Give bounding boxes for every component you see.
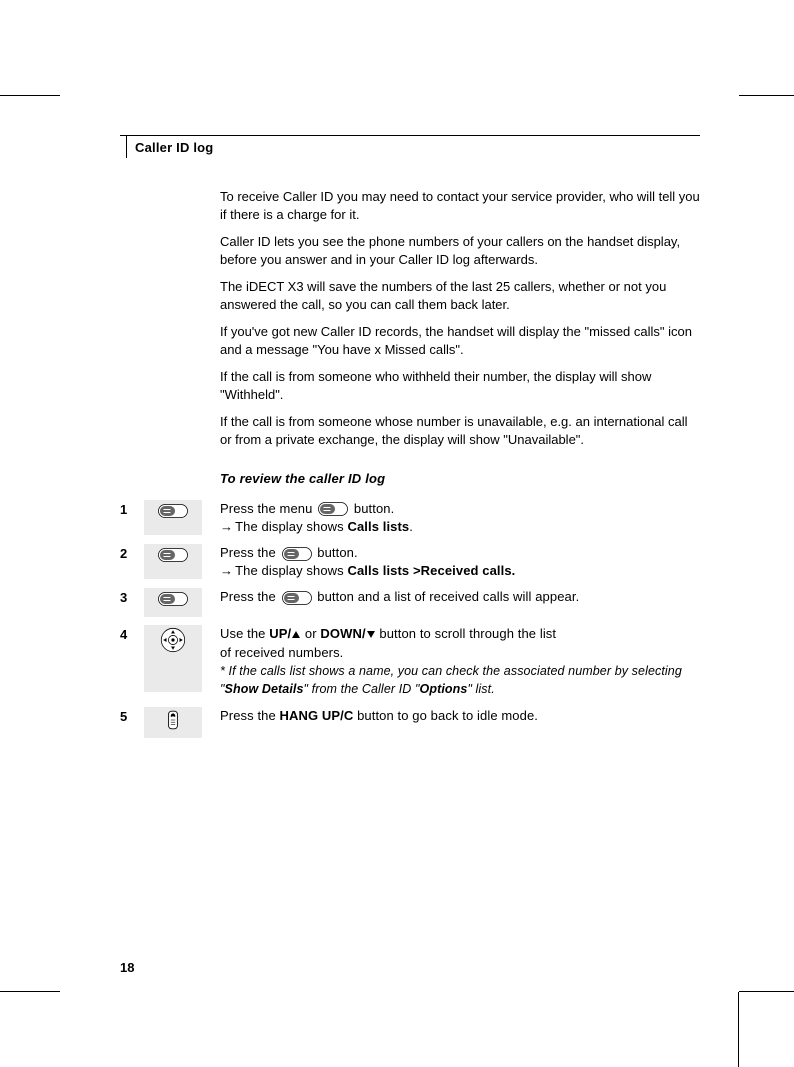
step-row: 1 Press the menu button. →The display sh… <box>120 500 700 536</box>
header-divider <box>120 136 127 158</box>
text-fragment: Press the menu <box>220 501 316 516</box>
subheading: To review the caller ID log <box>220 471 700 486</box>
step-text: Press the menu button. →The display show… <box>202 500 700 536</box>
crop-mark <box>0 95 60 96</box>
navigation-pad-icon <box>160 627 186 653</box>
step-row: 5 Press the HANG UP/C button to go back … <box>120 707 700 738</box>
steps-list: 1 Press the menu button. →The display sh… <box>120 500 700 746</box>
step-row: 3 Press the button and a list of receive… <box>120 588 700 617</box>
text-fragment: The display shows <box>235 563 347 578</box>
step-icon-cell <box>144 544 202 579</box>
menu-button-icon <box>282 547 312 561</box>
step-number: 2 <box>120 544 144 561</box>
step-text: Press the button and a list of received … <box>202 588 700 606</box>
crop-mark <box>739 991 794 992</box>
step-text: Use the UP/ or DOWN/ button to scroll th… <box>202 625 700 698</box>
arrow-icon: → <box>220 519 233 534</box>
text-fragment: Press the <box>220 708 280 723</box>
arrow-icon: → <box>220 563 233 578</box>
down-triangle-icon <box>367 631 375 638</box>
crop-mark <box>738 992 739 1067</box>
step-icon-cell <box>144 588 202 617</box>
text-bold: Calls lists >Received calls. <box>347 563 515 578</box>
hangup-button-icon <box>164 709 182 731</box>
page-number: 18 <box>120 960 134 975</box>
text-bold: Calls lists <box>347 519 409 534</box>
text-fragment: . <box>409 519 413 534</box>
text-fragment: button. <box>314 545 358 560</box>
crop-mark <box>0 991 60 992</box>
text-bold: Show Details <box>225 682 304 696</box>
text-fragment: " list. <box>467 682 494 696</box>
text-fragment: The display shows <box>235 519 347 534</box>
step-icon-cell <box>144 707 202 738</box>
crop-mark <box>739 95 794 96</box>
step-number: 1 <box>120 500 144 517</box>
text-fragment: " from the Caller ID " <box>304 682 420 696</box>
step-note: * If the calls list shows a name, you ca… <box>220 664 682 697</box>
step-number: 5 <box>120 707 144 724</box>
menu-button-icon <box>318 502 348 516</box>
text-fragment: button. <box>350 501 394 516</box>
text-fragment: or <box>301 626 320 641</box>
text-fragment: button and a list of received calls will… <box>314 589 580 604</box>
text-bold: DOWN/ <box>320 626 365 641</box>
text-fragment: Press the <box>220 589 280 604</box>
step-text: Press the button. →The display shows Cal… <box>202 544 700 580</box>
text-fragment: Press the <box>220 545 280 560</box>
text-bold: HANG UP/C <box>280 708 354 723</box>
intro-paragraph: To receive Caller ID you may need to con… <box>220 188 700 223</box>
intro-paragraph: Caller ID lets you see the phone numbers… <box>220 233 700 268</box>
step-icon-cell <box>144 500 202 535</box>
intro-block: To receive Caller ID you may need to con… <box>220 188 700 449</box>
up-triangle-icon <box>292 631 300 638</box>
intro-paragraph: If the call is from someone who withheld… <box>220 368 700 403</box>
text-bold: Options <box>420 682 468 696</box>
intro-paragraph: The iDECT X3 will save the numbers of th… <box>220 278 700 313</box>
text-fragment: Use the <box>220 626 269 641</box>
step-row: 2 Press the button. →The display shows C… <box>120 544 700 580</box>
menu-button-icon <box>158 502 188 520</box>
page-content: Caller ID log To receive Caller ID you m… <box>120 135 700 746</box>
menu-button-icon <box>158 546 188 564</box>
step-row: 4 Use the UP/ or DOWN/ button to scroll … <box>120 625 700 698</box>
step-number: 3 <box>120 588 144 605</box>
step-icon-cell <box>144 625 202 692</box>
text-fragment: of received numbers. <box>220 645 343 660</box>
section-title: Caller ID log <box>127 136 213 158</box>
text-fragment: button to go back to idle mode. <box>353 708 538 723</box>
step-text: Press the HANG UP/C button to go back to… <box>202 707 700 725</box>
menu-button-icon <box>282 591 312 605</box>
intro-paragraph: If the call is from someone whose number… <box>220 413 700 448</box>
text-bold: UP/ <box>269 626 291 641</box>
step-number: 4 <box>120 625 144 642</box>
intro-paragraph: If you've got new Caller ID records, the… <box>220 323 700 358</box>
menu-button-icon <box>158 590 188 608</box>
section-header: Caller ID log <box>120 135 700 158</box>
text-fragment: button to scroll through the list <box>376 626 556 641</box>
